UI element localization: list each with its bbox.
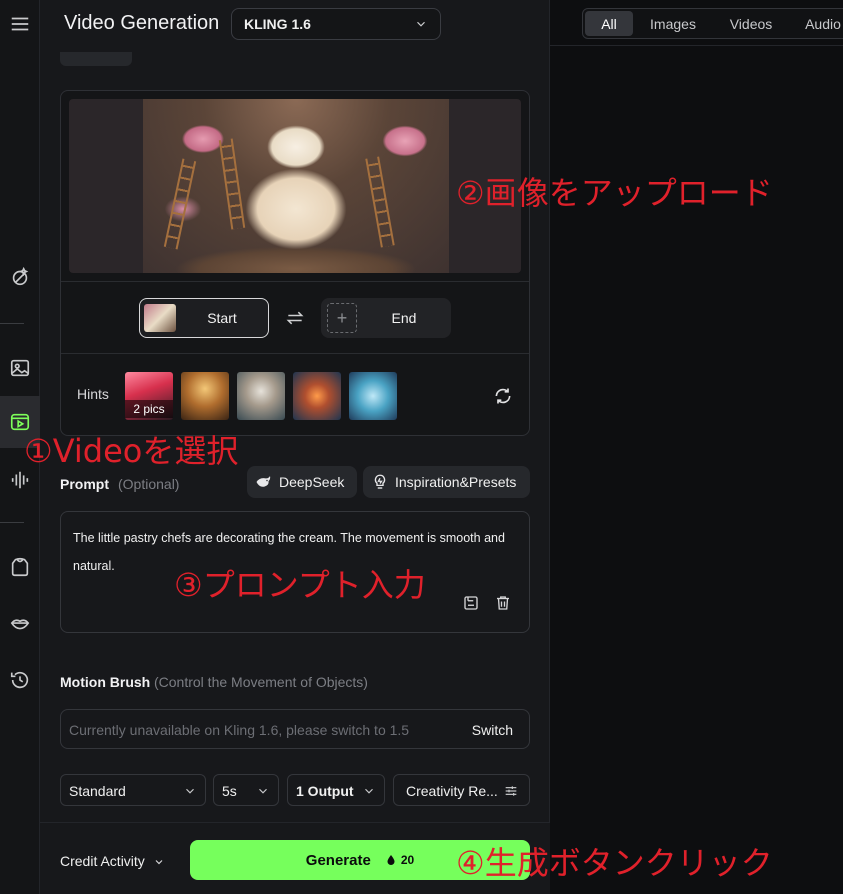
prompt-optional-label: (Optional): [118, 476, 180, 492]
hint-thumbnail[interactable]: [293, 372, 341, 420]
hint-thumbnail[interactable]: [237, 372, 285, 420]
motion-brush-label: Motion Brush: [60, 674, 151, 690]
save-icon[interactable]: [462, 594, 480, 612]
image-icon[interactable]: [0, 348, 40, 388]
motion-brush-field: Currently unavailable on Kling 1.6, plea…: [60, 709, 530, 749]
switch-button[interactable]: Switch: [472, 722, 513, 738]
annotation-enter-prompt: ③プロンプト入力: [174, 566, 426, 604]
page-title: Video Generation: [64, 12, 220, 34]
creativity-label: Creativity Re...: [406, 783, 498, 799]
magic-wand-icon[interactable]: [0, 257, 40, 297]
hint-thumbnail[interactable]: [181, 372, 229, 420]
rail-divider-2: [0, 522, 24, 523]
credit-activity-button[interactable]: Credit Activity: [60, 853, 165, 869]
uploaded-image[interactable]: [69, 99, 521, 273]
hint-badge: 2 pics: [125, 400, 173, 418]
app-root: Video Generation KLING 1.6 Start + End H…: [0, 0, 843, 894]
model-select-value: KLING 1.6: [244, 16, 311, 32]
generate-cost: 20: [400, 853, 415, 867]
start-frame-label: Start: [207, 310, 237, 326]
annotation-upload-image: ②画像をアップロード: [456, 174, 773, 212]
deepseek-label: DeepSeek: [279, 474, 345, 490]
annotation-click-generate: ④生成ボタンクリック: [456, 844, 773, 882]
motion-brush-placeholder: Currently unavailable on Kling 1.6, plea…: [69, 722, 410, 738]
hint-thumbnail[interactable]: [349, 372, 397, 420]
outputs-select[interactable]: 1 Output: [287, 774, 385, 806]
duration-select[interactable]: 5s: [213, 774, 279, 806]
trash-icon[interactable]: [494, 594, 512, 612]
pastry-chefs-cake-image: [143, 99, 449, 273]
tab-audio[interactable]: Audio: [793, 11, 843, 36]
end-frame-button[interactable]: + End: [321, 298, 451, 338]
outputs-select-value: 1 Output: [296, 783, 354, 799]
refresh-icon[interactable]: [493, 386, 513, 406]
duration-select-value: 5s: [222, 783, 237, 799]
start-end-row: Start + End: [61, 281, 529, 353]
hint-thumbnail[interactable]: 2 pics: [125, 372, 173, 420]
tab-videos[interactable]: Videos: [717, 11, 785, 36]
history-icon[interactable]: [0, 660, 40, 700]
lips-icon[interactable]: [0, 604, 40, 644]
ladder-shape: [218, 138, 246, 230]
hints-row: Hints 2 pics: [61, 353, 529, 435]
mode-select[interactable]: Standard: [60, 774, 206, 806]
generate-label: Generate: [305, 851, 371, 869]
lightbulb-icon: [374, 474, 386, 489]
rail-divider: [0, 323, 24, 324]
credit-activity-label: Credit Activity: [60, 853, 145, 869]
chevron-down-icon: [417, 21, 425, 27]
results-area: All Images Videos Audio: [550, 0, 843, 894]
hints-label: Hints: [77, 386, 109, 402]
image-upload-card: Start + End Hints 2 pics: [60, 90, 530, 436]
filter-tabs: All Images Videos Audio: [582, 8, 843, 39]
start-frame-button[interactable]: Start: [139, 298, 269, 338]
scrolled-tab-stub: [60, 52, 132, 66]
tab-images[interactable]: Images: [639, 11, 707, 36]
motion-brush-hint: (Control the Movement of Objects): [154, 674, 368, 690]
deepseek-button[interactable]: DeepSeek: [247, 466, 357, 498]
results-tabs-bar: All Images Videos Audio: [550, 0, 843, 46]
creativity-settings[interactable]: Creativity Re...: [393, 774, 530, 806]
whale-icon: [256, 476, 271, 487]
annotation-select-video: ①Videoを選択: [24, 432, 239, 470]
start-frame-thumbnail: [144, 304, 176, 332]
sliders-icon: [505, 786, 517, 796]
chevron-down-icon: [186, 788, 194, 794]
model-select[interactable]: KLING 1.6: [231, 8, 441, 40]
end-frame-label: End: [391, 310, 417, 326]
prompt-label: Prompt: [60, 476, 109, 492]
chevron-down-icon: [365, 788, 373, 794]
mode-select-value: Standard: [69, 783, 126, 799]
credit-drop-icon: [387, 855, 395, 865]
hamburger-icon[interactable]: [0, 4, 40, 44]
ladder-shape: [365, 156, 395, 248]
ladder-shape: [163, 158, 197, 250]
plus-icon: +: [327, 303, 357, 333]
tab-all[interactable]: All: [585, 11, 633, 36]
swap-icon[interactable]: [285, 308, 305, 328]
hoodie-icon[interactable]: [0, 547, 40, 587]
chevron-down-icon: [155, 860, 163, 865]
inspiration-presets-label: Inspiration&Presets: [395, 474, 517, 490]
chevron-down-icon: [259, 788, 267, 794]
inspiration-presets-button[interactable]: Inspiration&Presets: [363, 466, 530, 498]
